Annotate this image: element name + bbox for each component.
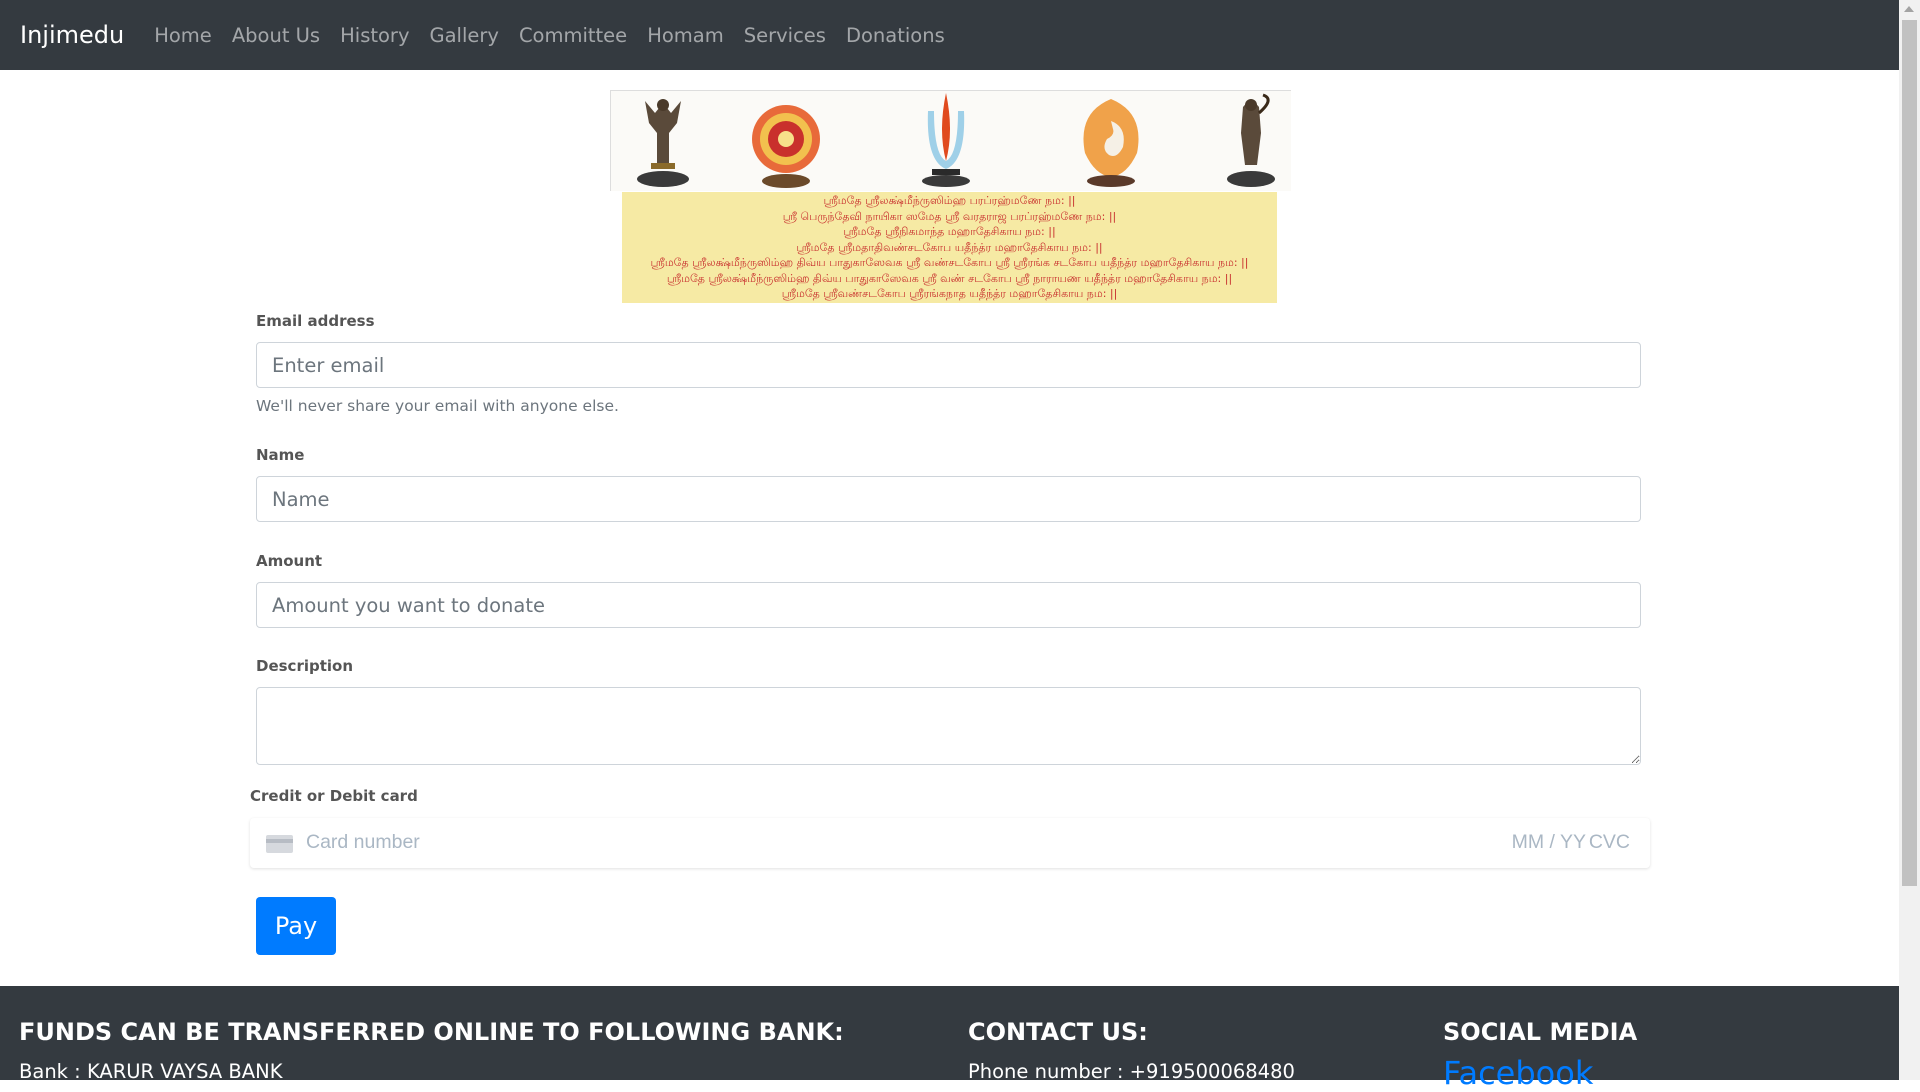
amount-label: Amount: [256, 552, 323, 570]
card-number-input[interactable]: Card number: [306, 831, 420, 854]
banner-icon-strip: [610, 90, 1291, 191]
name-field[interactable]: [256, 476, 1641, 522]
verse-line: ஸ்ரீமதே ஸ்ரீநிகமாந்த மஹாதேசிகாய நம: ||: [843, 225, 1056, 239]
nav-link-history[interactable]: History: [340, 24, 409, 47]
verse-box: ஸ்ரீமதே ஸ்ரீலக்ஷ்மீந்ருஸிம்ஹ பரப்ரஹ்மணே …: [622, 192, 1277, 303]
description-textarea[interactable]: [256, 687, 1641, 765]
thirunamam-icon: [922, 93, 970, 187]
page-footer: FUNDS CAN BE TRANSFERRED ONLINE TO FOLLO…: [0, 986, 1899, 1092]
nav-link-services[interactable]: Services: [744, 24, 826, 47]
verse-line: ஸ்ரீமதே ஸ்ரீவண்சடகோப ஸ்ரீரங்கநாத யதீந்த்…: [781, 287, 1118, 301]
shankha-conch-icon: [1083, 99, 1139, 187]
nav-link-committee[interactable]: Committee: [519, 24, 627, 47]
verse-line: ஸ்ரீ பெருந்தேவி நாயிகா ஸமேத ஸ்ரீ வரதராஜ …: [782, 209, 1117, 223]
nav-link-gallery[interactable]: Gallery: [429, 24, 498, 47]
hanuman-icon: [1227, 93, 1275, 187]
brand-link[interactable]: Injimedu: [20, 21, 124, 49]
amount-field[interactable]: [256, 582, 1641, 628]
scroll-thumb[interactable]: [1902, 20, 1917, 886]
bank-heading: FUNDS CAN BE TRANSFERRED ONLINE TO FOLLO…: [19, 1018, 844, 1046]
description-label: Description: [256, 657, 354, 675]
card-label: Credit or Debit card: [250, 787, 418, 805]
contact-heading: CONTACT US:: [968, 1018, 1148, 1046]
nav-link-donations[interactable]: Donations: [846, 24, 945, 47]
credit-card-icon: [266, 835, 293, 853]
verse-line: ஸ்ரீமதே ஸ்ரீலக்ஷ்மீந்ருஸிம்ஹ திவ்ய பாதுக…: [650, 256, 1249, 270]
email-help-text: We'll never share your email with anyone…: [256, 397, 619, 415]
name-label: Name: [256, 446, 305, 464]
facebook-link[interactable]: Facebook: [1443, 1054, 1593, 1092]
card-element[interactable]: Card number MM / YY CVC: [250, 818, 1650, 868]
card-cvc-input[interactable]: CVC: [1589, 831, 1630, 854]
social-media-heading: SOCIAL MEDIA: [1443, 1018, 1638, 1046]
pay-button[interactable]: Pay: [256, 897, 336, 955]
nav-link-homam[interactable]: Homam: [647, 24, 724, 47]
sudarshana-chakra-icon: [752, 105, 820, 188]
page-scrollbar[interactable]: [1899, 0, 1920, 1080]
verse-line: ஸ்ரீமதே ஸ்ரீலக்ஷ்மீந்ருஸிம்ஹ பரப்ரஹ்மணே …: [823, 194, 1076, 208]
card-expiry-input[interactable]: MM / YY: [1512, 831, 1586, 854]
garuda-icon: [637, 99, 689, 187]
verse-line: ஸ்ரீமதே ஸ்ரீலக்ஷ்மீந்ருஸிம்ஹ திவ்ய பாதுக…: [666, 271, 1233, 285]
email-field[interactable]: [256, 342, 1641, 388]
top-navbar: Injimedu Home About Us History Gallery C…: [0, 0, 1899, 70]
scroll-up-arrow-icon[interactable]: [1904, 6, 1914, 12]
nav-link-home[interactable]: Home: [154, 24, 212, 47]
verse-line: ஸ்ரீமதே ஸ்ரீமதாதிவண்சடகோப யதீந்த்ர மஹாதே…: [796, 240, 1103, 254]
email-label: Email address: [256, 312, 375, 330]
temple-banner-image: ஸ்ரீமதே ஸ்ரீலக்ஷ்மீந்ருஸிம்ஹ பரப்ரஹ்மணே …: [610, 90, 1291, 304]
nav-link-about-us[interactable]: About Us: [232, 24, 320, 47]
